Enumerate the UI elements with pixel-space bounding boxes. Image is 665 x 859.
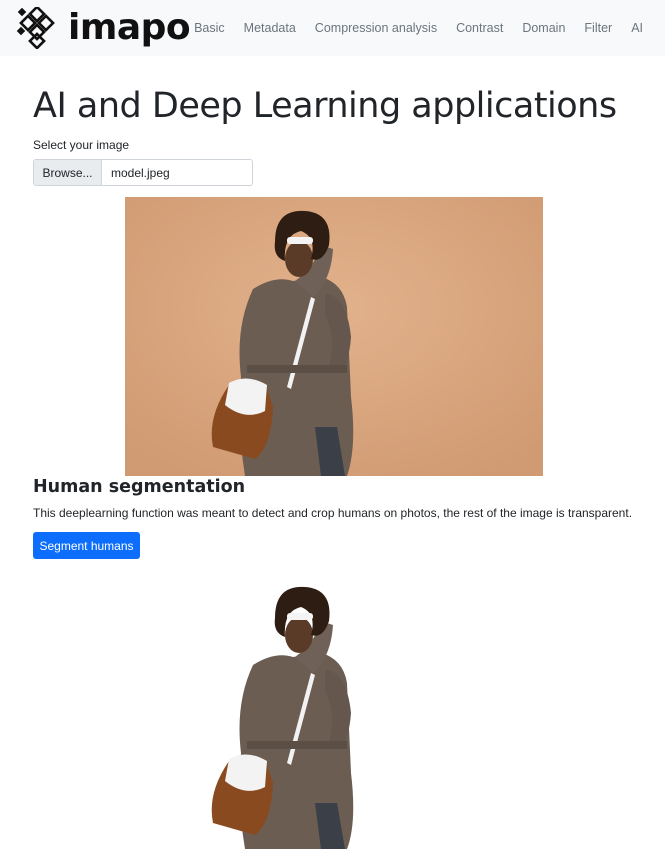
segmentation-description: This deeplearning function was meant to … [33, 506, 633, 520]
nav-link-contrast[interactable]: Contrast [456, 21, 503, 35]
browse-button[interactable]: Browse... [34, 160, 102, 185]
model-photo [125, 197, 543, 476]
nav-link-filter[interactable]: Filter [584, 21, 612, 35]
segmentation-heading: Human segmentation [33, 477, 246, 497]
nav-link-metadata[interactable]: Metadata [244, 21, 296, 35]
nav-link-ai[interactable]: AI [631, 21, 643, 35]
page-title: AI and Deep Learning applications [33, 86, 617, 126]
nav-link-compression-analysis[interactable]: Compression analysis [315, 21, 437, 35]
nav-link-basic[interactable]: Basic [194, 21, 225, 35]
brand-name: imapo [68, 7, 191, 48]
brand[interactable]: imapo [16, 6, 191, 50]
navbar: imapo Basic Metadata Compression analysi… [0, 0, 665, 56]
imapo-logo-icon [16, 7, 55, 49]
uploaded-image [125, 197, 543, 476]
segmented-model [211, 586, 354, 849]
nav-links: Basic Metadata Compression analysis Cont… [175, 0, 643, 56]
segment-humans-button[interactable]: Segment humans [33, 532, 140, 559]
selected-file-name: model.jpeg [111, 165, 170, 180]
file-input[interactable]: Browse... model.jpeg [33, 159, 253, 186]
select-image-label: Select your image [33, 138, 130, 152]
segmented-image [195, 573, 385, 849]
nav-link-domain[interactable]: Domain [522, 21, 565, 35]
